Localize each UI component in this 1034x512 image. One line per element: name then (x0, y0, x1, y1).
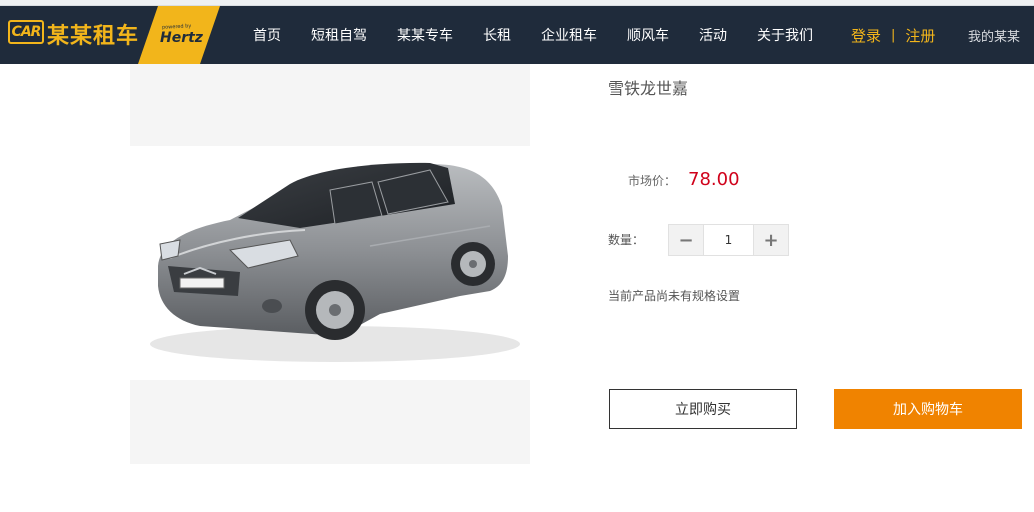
main-nav: 首页 短租自驾 某某专车 长租 企业租车 顺风车 活动 关于我们 (238, 6, 828, 64)
nav-private-car[interactable]: 某某专车 (397, 25, 453, 45)
partner-name: Hertz (160, 30, 203, 46)
image-padding-top (130, 64, 530, 146)
my-account-link[interactable]: 我的某某 (968, 6, 1020, 64)
auth-links: 登录 | 注册 (851, 6, 935, 64)
login-link[interactable]: 登录 (851, 25, 881, 46)
nav-carpool[interactable]: 顺风车 (627, 25, 669, 45)
buy-now-button[interactable]: 立即购买 (609, 389, 797, 429)
site-header: CAR 某某租车 powered by Hertz 首页 短租自驾 某某专车 长… (0, 6, 1034, 64)
product-image (130, 146, 530, 380)
car-photo-icon (150, 162, 520, 362)
register-link[interactable]: 注册 (905, 25, 935, 46)
logo-mark-text: CAR (11, 24, 42, 40)
quantity-stepper: − 1 + (668, 224, 789, 256)
auth-separator: | (891, 27, 896, 43)
spec-note: 当前产品尚未有规格设置 (608, 289, 741, 303)
nav-about[interactable]: 关于我们 (757, 25, 813, 45)
price-value: 78.00 (688, 169, 740, 190)
nav-long-term[interactable]: 长租 (483, 25, 511, 45)
nav-home[interactable]: 首页 (253, 25, 281, 45)
nav-enterprise[interactable]: 企业租车 (541, 25, 597, 45)
quantity-label: 数量： (608, 233, 645, 247)
brand-name[interactable]: 某某租车 (47, 18, 139, 50)
add-to-cart-button[interactable]: 加入购物车 (834, 389, 1022, 429)
nav-events[interactable]: 活动 (699, 25, 727, 45)
quantity-input[interactable]: 1 (703, 225, 754, 255)
increment-button[interactable]: + (754, 225, 788, 255)
hertz-partner-badge: powered by Hertz (138, 6, 220, 64)
price-label: 市场价： (628, 174, 677, 188)
product-title: 雪铁龙世嘉 (608, 79, 689, 98)
image-padding-bottom (130, 380, 530, 464)
car-logo-mark[interactable]: CAR (8, 20, 44, 44)
nav-short-term-self-drive[interactable]: 短租自驾 (311, 25, 367, 45)
decrement-button[interactable]: − (669, 225, 703, 255)
